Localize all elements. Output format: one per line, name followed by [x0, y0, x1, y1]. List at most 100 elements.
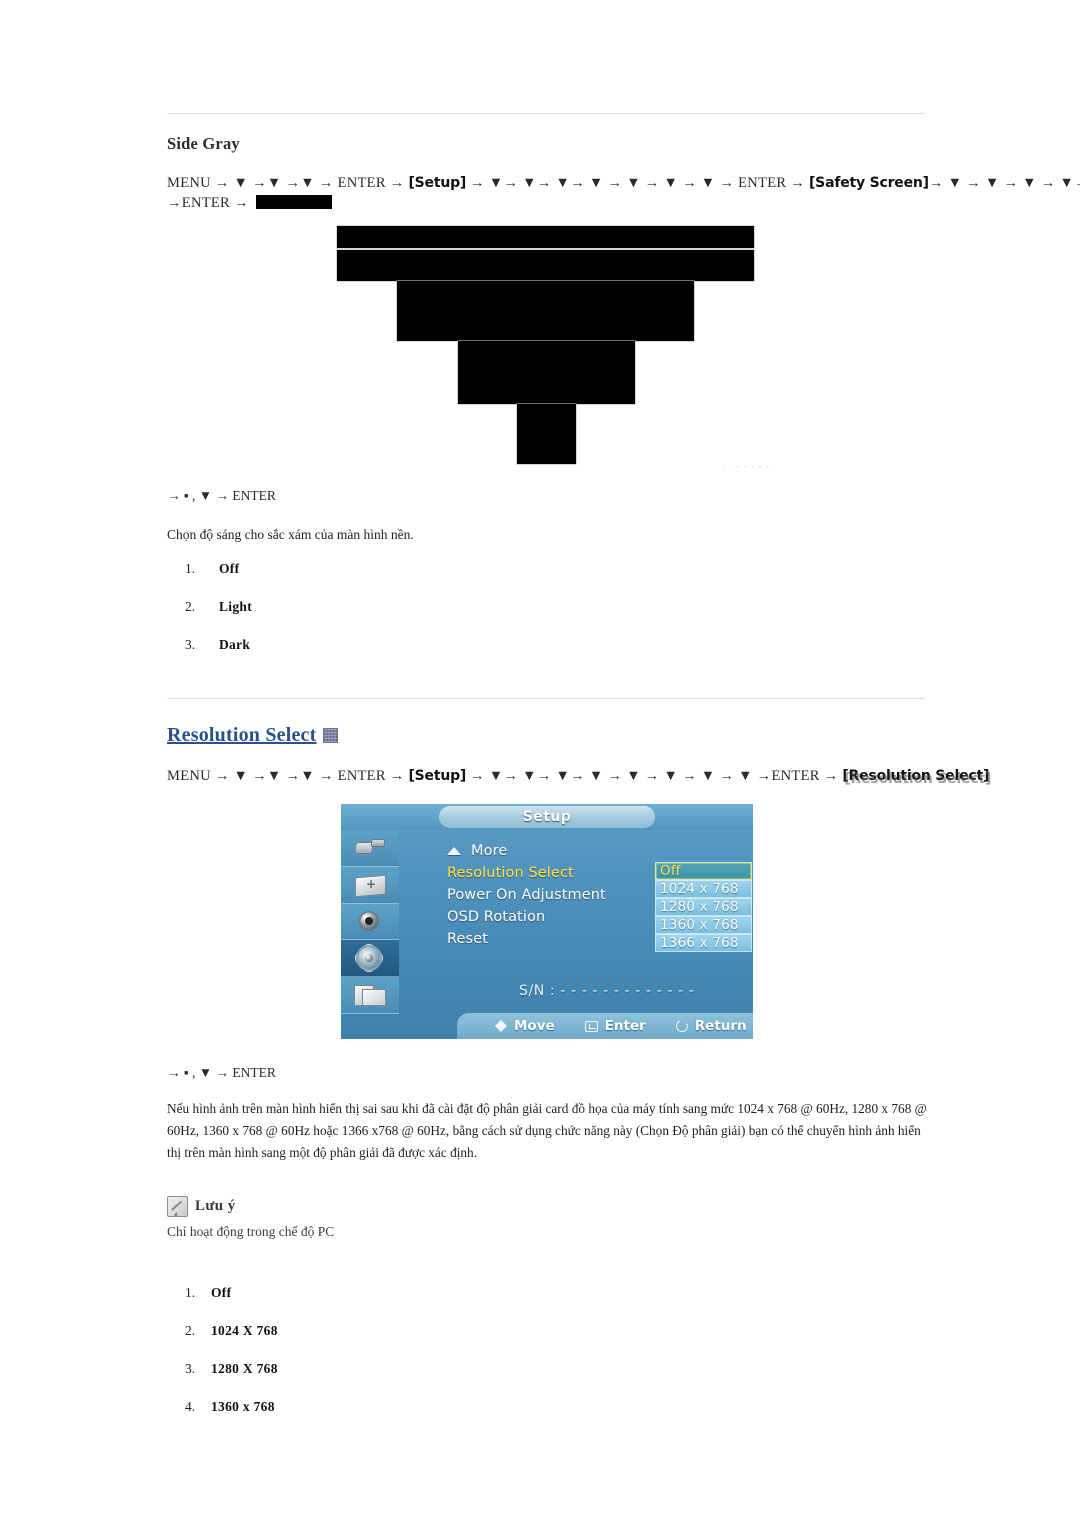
- list-item-number: 3.: [185, 1361, 196, 1376]
- osd-sidebar-item-input[interactable]: [341, 830, 399, 867]
- osd-menu-list: More Resolution Select : Power On Adjust…: [447, 840, 665, 950]
- note-header: Lưu ý: [167, 1196, 334, 1217]
- osd-footer-label: Enter: [604, 1018, 646, 1034]
- menu-path-tail: → ▼ → ▼ → ▼ → ▼→ ▼: [928, 175, 1080, 191]
- multi-control-icon: [353, 983, 387, 1007]
- broken-image-block: [337, 226, 754, 248]
- osd-sidebar: [341, 830, 399, 1014]
- thumbnail-icon: [322, 728, 338, 743]
- redacted-token-block: [255, 195, 332, 209]
- osd-footer-return[interactable]: Return: [674, 1018, 747, 1034]
- enter-line-resolution-select: → ▪ , ▼ → ENTER: [167, 1065, 276, 1081]
- list-item-number: 1.: [185, 1285, 196, 1300]
- osd-menu-item-label: OSD Rotation: [447, 909, 546, 925]
- menu-path-prefix: MENU → ▼ →▼ →▼ → ENTER →: [167, 175, 409, 191]
- sound-icon: [353, 909, 387, 933]
- setup-token: [Setup]: [408, 175, 467, 191]
- osd-sidebar-item-picture[interactable]: [341, 866, 399, 904]
- list-item-number: 4.: [185, 1399, 196, 1414]
- osd-menu-item-resolution-select[interactable]: Resolution Select :: [447, 862, 665, 884]
- chevron-up-icon: [447, 847, 461, 855]
- dropdown-option-1360x768[interactable]: 1360 x 768: [655, 916, 752, 934]
- list-item-label: Dark: [219, 637, 251, 652]
- setup-token: [Setup]: [408, 768, 467, 784]
- osd-menu-item-label: More: [471, 843, 508, 859]
- list-item-number: 2.: [185, 599, 196, 614]
- description-side-gray: Chọn độ sáng cho sắc xám của màn hình nề…: [167, 527, 414, 542]
- list-item: 4. 1360 x 768: [185, 1399, 278, 1415]
- osd-sidebar-item-multi-control[interactable]: [341, 977, 399, 1014]
- osd-footer-label: Move: [514, 1018, 555, 1034]
- osd-menu-item-more[interactable]: More: [447, 840, 665, 862]
- description-resolution-select: Nếu hình ảnh trên màn hình hiển thị sai …: [167, 1101, 927, 1160]
- menu-path-mid: → ▼→ ▼→ ▼→ ▼ → ▼ → ▼ → ▼ → ENTER →: [466, 175, 809, 191]
- list-item-label: Off: [211, 1285, 232, 1300]
- note-pencil-icon: [167, 1196, 188, 1217]
- list-item: 1. Off: [185, 561, 252, 577]
- list-item-label: 1024 X 768: [211, 1323, 278, 1338]
- divider-top: [167, 113, 925, 114]
- note-title: Lưu ý: [195, 1198, 236, 1214]
- osd-footer-enter[interactable]: Enter: [584, 1018, 646, 1034]
- option-list-resolution-select: 1. Off 2. 1024 X 768 3. 1280 X 768 4. 13…: [185, 1285, 278, 1437]
- dropdown-option-1280x768[interactable]: 1280 x 768: [655, 898, 752, 916]
- list-item-label: 1360 x 768: [211, 1399, 275, 1414]
- broken-image-block: [517, 404, 576, 464]
- note-block: Lưu ý Chỉ hoạt động trong chế độ PC: [167, 1196, 334, 1240]
- dropdown-option-1024x768[interactable]: 1024 x 768: [655, 880, 752, 898]
- list-item-number: 2.: [185, 1323, 196, 1338]
- menu-path-side-gray-line1: MENU → ▼ →▼ →▼ → ENTER → [Setup] → ▼→ ▼→…: [167, 172, 1080, 194]
- osd-sidebar-item-sound[interactable]: [341, 903, 399, 941]
- osd-menu-item-label: Power On Adjustment: [447, 887, 606, 903]
- menu-path-prefix: MENU → ▼ →▼ →▼ → ENTER →: [167, 768, 409, 784]
- dropdown-option-off[interactable]: Off: [655, 862, 752, 880]
- menu-path-resolution-select: MENU → ▼ →▼ →▼ → ENTER → [Setup] → ▼→ ▼→…: [167, 765, 989, 787]
- osd-resolution-dropdown[interactable]: Off 1024 x 768 1280 x 768 1360 x 768 136…: [655, 862, 752, 952]
- list-item-number: 3.: [185, 637, 196, 652]
- list-item: 2. 1024 X 768: [185, 1323, 278, 1339]
- osd-footer-label: Return: [694, 1018, 747, 1034]
- menu-path-mid: → ▼→ ▼→ ▼→ ▼ → ▼ → ▼ → ▼ → ▼ →ENTER →: [466, 768, 843, 784]
- list-item-label: Light: [219, 599, 253, 614]
- input-source-icon: [353, 836, 387, 860]
- return-arrow-icon: [674, 1018, 690, 1034]
- enter-line-side-gray: → ▪ , ▼ → ENTER: [167, 488, 276, 504]
- broken-image-block: [458, 341, 635, 404]
- osd-title: Setup: [439, 806, 655, 828]
- osd-footer-bar: Move Enter Return: [457, 1013, 753, 1039]
- enter-line-text: → ▪ , ▼ → ENTER: [167, 1065, 276, 1080]
- broken-image-caption: · · - - - - -: [722, 462, 770, 471]
- note-text: Chỉ hoạt động trong chế độ PC: [167, 1224, 335, 1239]
- page-title-side-gray: Side Gray: [167, 134, 240, 153]
- dropdown-option-1366x768[interactable]: 1366 x 768: [655, 934, 752, 952]
- osd-menu-item-osd-rotation[interactable]: OSD Rotation :: [447, 906, 665, 928]
- list-item-label: 1280 X 768: [211, 1361, 278, 1376]
- safety-screen-token: [Safety Screen]: [808, 175, 929, 191]
- osd-menu-item-power-on-adjustment[interactable]: Power On Adjustment: [447, 884, 665, 906]
- section-heading-label: Resolution Select: [167, 724, 317, 746]
- broken-image-block: [397, 281, 694, 341]
- osd-sidebar-item-setup[interactable]: [341, 940, 399, 978]
- broken-image-side-gray: · · - - - - -: [330, 215, 770, 483]
- osd-menu-item-label: Resolution Select: [447, 865, 574, 881]
- menu-path-side-gray-line2: →ENTER →: [167, 192, 332, 214]
- document-page: Side Gray MENU → ▼ →▼ →▼ → ENTER → [Setu…: [0, 0, 1080, 1527]
- enter-line-text: → ▪ , ▼ → ENTER: [167, 488, 276, 503]
- osd-footer-move[interactable]: Move: [495, 1018, 555, 1034]
- list-item-label: Off: [219, 561, 240, 576]
- option-list-side-gray: 1. Off 2. Light 3. Dark: [185, 561, 252, 675]
- osd-menu-item-reset[interactable]: Reset: [447, 928, 665, 950]
- list-item: 2. Light: [185, 599, 252, 615]
- list-item-number: 1.: [185, 561, 196, 576]
- osd-serial-number: S/N : - - - - - - - - - - - - -: [519, 983, 695, 999]
- move-updown-icon: [495, 1020, 507, 1032]
- broken-image-block: [337, 250, 754, 281]
- picture-icon: [353, 873, 387, 897]
- list-item: 3. Dark: [185, 637, 252, 653]
- list-item: 1. Off: [185, 1285, 278, 1301]
- osd-setup-screenshot: Setup More: [341, 804, 753, 1039]
- section-heading-resolution-select[interactable]: Resolution Select: [167, 724, 338, 747]
- enter-key-icon: [584, 1020, 598, 1032]
- setup-gear-icon: [353, 946, 387, 970]
- osd-content: More Resolution Select : Power On Adjust…: [399, 830, 753, 1039]
